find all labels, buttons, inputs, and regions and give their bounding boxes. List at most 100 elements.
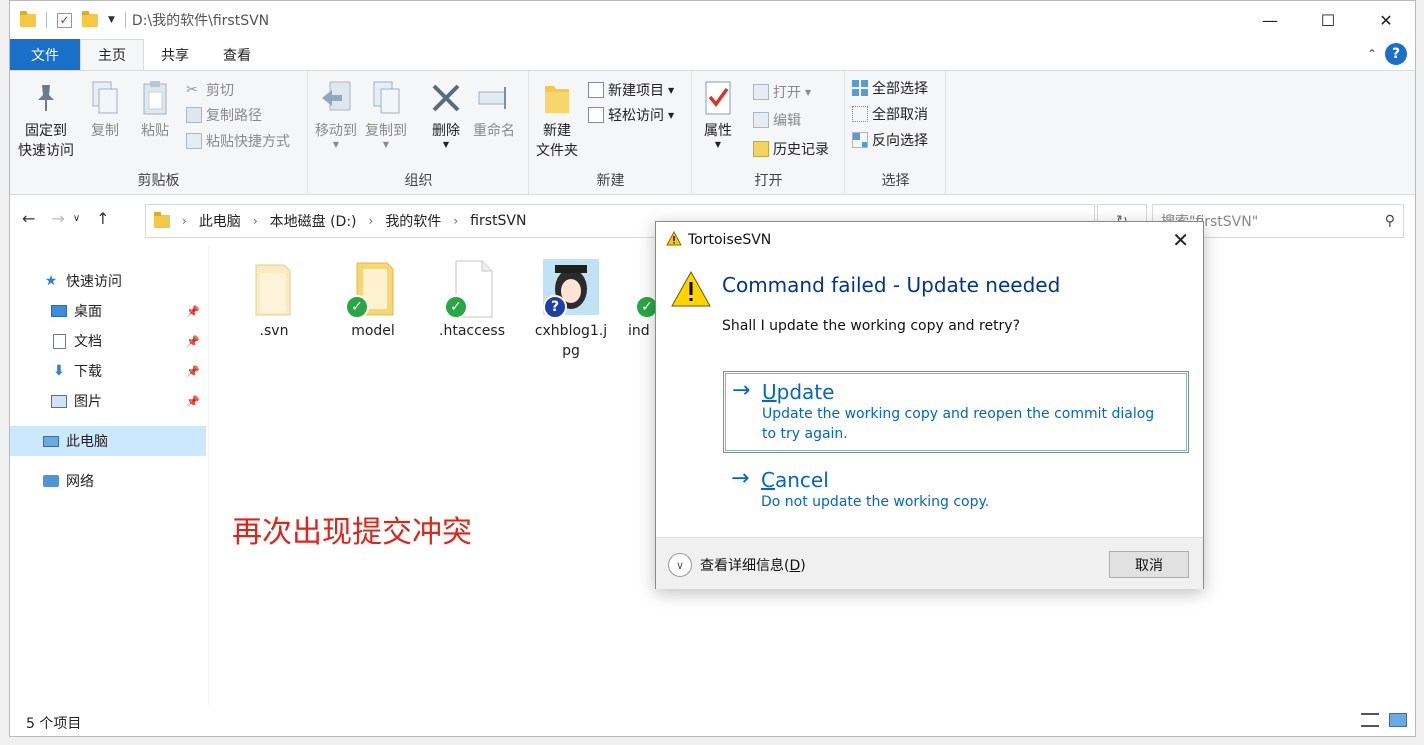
minimize-button[interactable]: — xyxy=(1241,1,1299,39)
tab-file[interactable]: 文件 xyxy=(10,39,80,70)
select-all-button[interactable]: 全部选择 xyxy=(852,77,928,99)
copy-button[interactable]: 复制 xyxy=(88,79,122,141)
properties-icon[interactable]: ✓ xyxy=(57,12,72,28)
cancel-button[interactable]: 取消 xyxy=(1109,551,1189,578)
easy-access-icon xyxy=(588,107,604,123)
group-label-select: 选择 xyxy=(881,173,910,189)
easy-access-button[interactable]: 轻松访问 ▼ xyxy=(588,104,674,126)
file-name: ind xyxy=(628,323,650,339)
tab-view[interactable]: 查看 xyxy=(206,39,268,70)
pin-quick-access-button[interactable]: 固定到 快速访问 xyxy=(18,79,74,161)
rename-button[interactable]: 重命名 xyxy=(473,79,515,141)
large-icons-view-icon[interactable] xyxy=(1389,713,1407,727)
copy-path-button[interactable]: 复制路径 xyxy=(186,104,262,126)
breadcrumb-this-pc[interactable]: 此电脑 xyxy=(199,211,241,231)
pin-icon[interactable]: 📌 xyxy=(186,305,200,318)
warning-small-icon xyxy=(666,230,682,250)
pictures-icon xyxy=(50,393,68,409)
file-name: .htaccess xyxy=(439,323,505,339)
delete-dropdown-icon: ▼ xyxy=(442,140,450,149)
select-none-label: 全部取消 xyxy=(872,107,928,123)
select-none-button[interactable]: 全部取消 xyxy=(852,103,928,125)
invert-selection-label: 反向选择 xyxy=(872,133,928,149)
expand-ribbon-icon[interactable]: ⌃ xyxy=(1367,47,1377,61)
customize-toolbar-icon[interactable]: ▼ xyxy=(108,15,115,25)
paste-shortcut-button[interactable]: 粘贴快捷方式 xyxy=(186,130,290,152)
details-view-icon[interactable] xyxy=(1361,713,1379,727)
pin-icon[interactable]: 📌 xyxy=(186,395,200,408)
annotation-text: 再次出现提交冲突 xyxy=(232,515,472,550)
up-icon[interactable]: ↑ xyxy=(96,209,109,228)
dialog-content: Shall I update the working copy and retr… xyxy=(722,318,1021,334)
pin-icon[interactable]: 📌 xyxy=(186,335,200,348)
cancel-command-link[interactable]: → Cancel Do not update the working copy. xyxy=(723,460,1189,520)
copy-icon xyxy=(88,79,122,117)
nav-downloads[interactable]: ⬇ 下载 📌 xyxy=(10,356,206,386)
edit-button[interactable]: 编辑 xyxy=(753,109,801,131)
show-details-toggle[interactable]: ∨ 查看详细信息(D) xyxy=(668,553,806,577)
nav-network[interactable]: 网络 xyxy=(10,466,206,496)
paste-shortcut-icon xyxy=(186,133,202,149)
copy-to-dropdown-icon: ▼ xyxy=(382,140,390,149)
breadcrumb-firstsvn[interactable]: firstSVN xyxy=(470,213,526,229)
arrow-right-icon: → xyxy=(732,378,751,403)
maximize-button[interactable]: ☐ xyxy=(1299,1,1357,39)
nav-pictures[interactable]: 图片 📌 xyxy=(10,386,206,416)
pin-icon[interactable]: 📌 xyxy=(186,365,200,378)
search-icon: ⚲ xyxy=(1384,213,1395,229)
nav-this-pc[interactable]: 此电脑 xyxy=(10,426,206,456)
history-label: 历史记录 xyxy=(773,142,829,158)
documents-icon xyxy=(50,333,68,349)
properties-button[interactable]: 属性 ▼ xyxy=(701,79,735,149)
svn-unversioned-status-icon: ? xyxy=(543,295,567,319)
nav-documents[interactable]: 文档 📌 xyxy=(10,326,206,356)
chevron-down-icon: ∨ xyxy=(668,553,692,577)
history-button[interactable]: 历史记录 xyxy=(753,138,829,160)
pane-splitter[interactable] xyxy=(208,245,209,705)
close-button[interactable]: ✕ xyxy=(1357,1,1415,39)
file-item-htaccess[interactable]: ✓ .htaccess xyxy=(429,259,515,341)
nav-quick-access[interactable]: ★ 快速访问 xyxy=(10,266,206,296)
new-folder-icon[interactable] xyxy=(82,10,98,27)
back-icon[interactable]: ← xyxy=(22,209,35,228)
open-button[interactable]: 打开 ▼ xyxy=(753,81,811,103)
chevron-right-icon[interactable]: › xyxy=(453,214,458,228)
new-folder-label-1: 新建 xyxy=(543,123,571,139)
nav-arrows: ← → ∨ ↑ xyxy=(22,209,110,228)
chevron-right-icon[interactable]: › xyxy=(182,214,187,228)
group-open: 属性 ▼ 打开 ▼ 编辑 历史记录 打开 xyxy=(693,71,845,194)
cut-button[interactable]: ✂ 剪切 xyxy=(186,79,234,101)
delete-button[interactable]: 删除 ▼ xyxy=(429,79,463,149)
file-item-model[interactable]: ✓ model xyxy=(330,259,416,341)
nav-desktop-label: 桌面 xyxy=(74,304,102,320)
file-item-svn[interactable]: .svn xyxy=(231,259,317,341)
dialog-close-icon[interactable]: ✕ xyxy=(1172,228,1189,252)
invert-selection-button[interactable]: 反向选择 xyxy=(852,129,928,151)
computer-icon xyxy=(42,433,60,449)
breadcrumb-local-disk[interactable]: 本地磁盘 (D:) xyxy=(270,211,357,231)
move-to-button[interactable]: 移动到 ▼ xyxy=(315,79,357,149)
select-all-icon xyxy=(852,80,868,96)
nav-documents-label: 文档 xyxy=(74,334,102,350)
recent-locations-icon[interactable]: ∨ xyxy=(73,213,80,224)
file-item-cxhblog1[interactable]: ? cxhblog1.j pg xyxy=(528,259,614,361)
paste-icon xyxy=(138,79,172,117)
new-folder-button[interactable]: 新建 文件夹 xyxy=(536,79,578,161)
folder-icon xyxy=(154,211,170,228)
nav-downloads-label: 下载 xyxy=(74,364,102,380)
new-item-button[interactable]: 新建项目 ▼ xyxy=(588,79,674,101)
breadcrumb-my-software[interactable]: 我的软件 xyxy=(385,211,441,231)
nav-desktop[interactable]: 桌面 📌 xyxy=(10,296,206,326)
chevron-right-icon[interactable]: › xyxy=(253,214,258,228)
forward-icon[interactable]: → xyxy=(51,209,64,228)
ribbon: 固定到 快速访问 复制 粘贴 ✂ 剪切 复制路径 粘贴快捷方式 剪贴板 移动到 … xyxy=(10,70,1415,195)
help-icon[interactable]: ? xyxy=(1385,43,1407,65)
tab-home[interactable]: 主页 xyxy=(80,39,144,70)
nav-quick-access-label: 快速访问 xyxy=(66,274,122,290)
copy-to-button[interactable]: 复制到 ▼ xyxy=(365,79,407,149)
tab-share[interactable]: 共享 xyxy=(144,39,206,70)
chevron-right-icon[interactable]: › xyxy=(369,214,374,228)
update-command-link[interactable]: → Update Update the working copy and reo… xyxy=(723,371,1189,453)
file-name-line1: cxhblog1.j xyxy=(534,323,608,339)
paste-button[interactable]: 粘贴 xyxy=(138,79,172,141)
